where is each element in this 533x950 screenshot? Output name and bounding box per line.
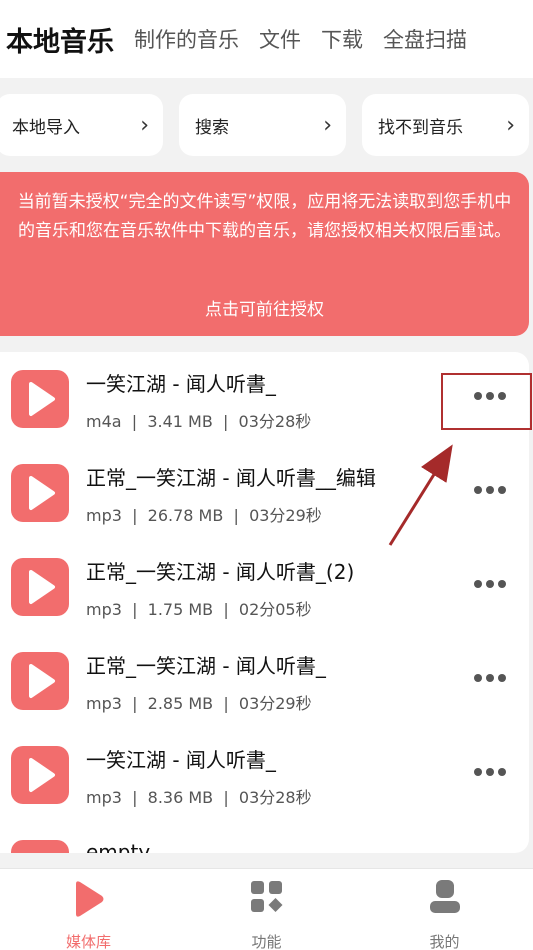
tab-files[interactable]: 文件 [259,24,301,54]
song-format: m4a [86,412,122,431]
nav-features[interactable]: 功能 [178,869,355,950]
permission-message: 当前暂未授权“完全的文件读写”权限，应用将无法读取到您手机中的音乐和您在音乐软件… [17,192,512,241]
nav-profile[interactable]: 我的 [356,869,533,950]
cant-find-music-label: 找不到音乐 [378,117,463,138]
song-thumbnail [11,558,69,616]
song-thumbnail [11,464,69,522]
song-duration: 02分05秒 [238,600,312,619]
nav-label: 媒体库 [65,933,111,950]
local-import-label: 本地导入 [12,117,80,138]
list-item[interactable]: 一笑江湖 - 闻人听書_ mp3 | 8.36 MB | 03分28秒 [0,728,529,822]
song-title: 一笑江湖 - 闻人听書_ [86,372,276,396]
meta-separator: | [223,694,229,713]
grant-permission-link[interactable]: 点击可前往授权 [0,295,529,320]
meta-separator: | [233,506,239,525]
bottom-nav: 媒体库 功能 我的 [0,868,533,950]
song-meta: mp3 | 26.78 MB | 03分29秒 [86,502,322,526]
play-icon [29,382,55,416]
song-size: 26.78 MB [147,506,224,525]
song-thumbnail [11,840,69,853]
play-icon [29,664,55,698]
song-duration: 03分28秒 [238,412,312,431]
meta-separator: | [132,694,138,713]
tab-full-scan[interactable]: 全盘扫描 [383,24,467,54]
song-thumbnail [11,746,69,804]
more-options-icon[interactable] [474,580,506,590]
song-format: mp3 [86,694,122,713]
meta-separator: | [132,506,138,525]
tab-downloads[interactable]: 下载 [321,24,363,54]
more-options-icon[interactable] [474,674,506,684]
highlight-annotation-box [441,373,532,430]
song-duration: 03分29秒 [249,506,322,525]
search-button[interactable]: 搜索 › [179,94,346,156]
local-import-button[interactable]: 本地导入 › [0,94,163,156]
list-item[interactable]: 正常_一笑江湖 - 闻人听書__编辑 mp3 | 26.78 MB | 03分2… [0,446,529,540]
play-icon [76,881,104,917]
list-item[interactable]: 正常_一笑江湖 - 闻人听書_ mp3 | 2.85 MB | 03分29秒 [0,634,529,728]
meta-separator: | [132,788,138,807]
song-thumbnail [11,370,69,428]
meta-separator: | [222,412,229,431]
nav-label: 功能 [251,933,282,950]
chevron-right-icon: › [140,112,149,138]
meta-separator: | [223,788,229,807]
chevron-right-icon: › [323,112,332,138]
tab-made-music[interactable]: 制作的音乐 [134,24,239,54]
list-item[interactable]: empty [0,822,529,853]
top-tab-bar: 本地音乐 制作的音乐 文件 下载 全盘扫描 [0,0,533,78]
nav-media-library[interactable]: 媒体库 [0,869,177,950]
song-size: 2.85 MB [147,694,214,713]
song-title: 一笑江湖 - 闻人听書_ [86,748,276,772]
profile-icon [430,880,460,913]
song-meta: mp3 | 2.85 MB | 03分29秒 [86,690,312,714]
chevron-right-icon: › [506,112,515,138]
song-thumbnail [11,652,69,710]
song-meta: m4a | 3.41 MB | 03分28秒 [86,408,311,432]
song-size: 3.41 MB [147,412,213,431]
cant-find-music-button[interactable]: 找不到音乐 › [362,94,529,156]
song-format: mp3 [86,600,122,619]
play-icon [29,570,55,604]
song-size: 1.75 MB [147,600,214,619]
song-title: 正常_一笑江湖 - 闻人听書_ [86,654,326,678]
list-item[interactable]: 正常_一笑江湖 - 闻人听書_(2) mp3 | 1.75 MB | 02分05… [0,540,529,634]
song-duration: 03分28秒 [238,788,312,807]
song-title: 正常_一笑江湖 - 闻人听書__编辑 [86,466,376,490]
song-duration: 03分29秒 [238,694,312,713]
search-label: 搜索 [195,117,229,138]
song-title: 正常_一笑江湖 - 闻人听書_(2) [86,560,355,584]
song-size: 8.36 MB [147,788,214,807]
song-title: empty [86,840,151,853]
grid-icon [251,881,283,912]
meta-separator: | [223,600,229,619]
play-icon [29,476,55,510]
more-options-icon[interactable] [474,768,506,778]
play-icon [29,758,55,792]
meta-separator: | [131,412,138,431]
song-meta: mp3 | 1.75 MB | 02分05秒 [86,596,312,620]
song-meta: mp3 | 8.36 MB | 03分28秒 [86,784,312,808]
permission-banner[interactable]: 当前暂未授权“完全的文件读写”权限，应用将无法读取到您手机中的音乐和您在音乐软件… [0,172,529,336]
tab-local-music[interactable]: 本地音乐 [6,20,114,59]
more-options-icon[interactable] [474,486,506,496]
meta-separator: | [132,600,138,619]
quick-actions-row: 本地导入 › 搜索 › 找不到音乐 › [0,94,533,156]
nav-label: 我的 [429,933,460,950]
song-format: mp3 [86,506,122,525]
song-format: mp3 [86,788,122,807]
